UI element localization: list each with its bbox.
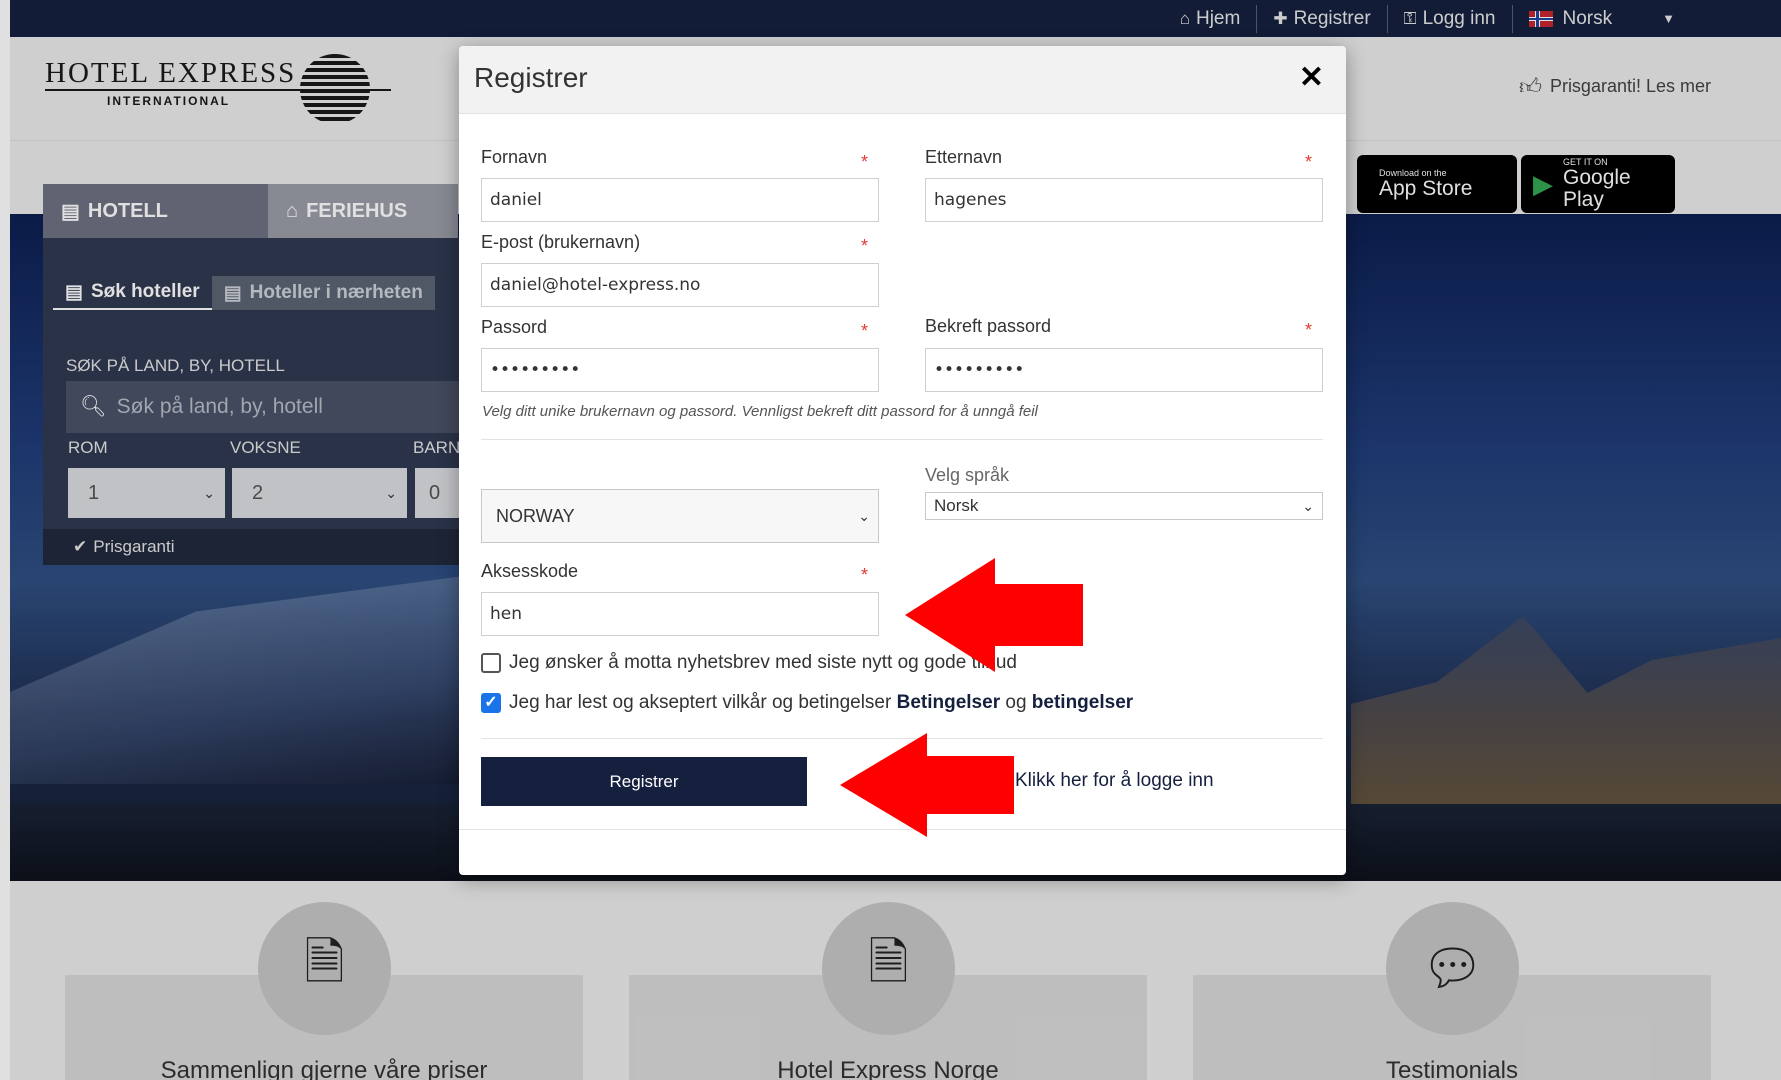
email-label: E-post (brukernavn): [481, 232, 641, 252]
chevron-down-icon: ⌄: [1302, 497, 1314, 514]
access-code-input[interactable]: [481, 592, 879, 636]
password-label: Passord: [481, 317, 548, 337]
first-name-input[interactable]: [481, 178, 879, 222]
newsletter-checkbox[interactable]: [481, 653, 501, 673]
modal-header: Registrer ✕: [459, 46, 1346, 114]
conditions-link[interactable]: betingelser: [1032, 692, 1133, 713]
required-asterisk: *: [861, 321, 869, 341]
confirm-password-label: Bekreft passord: [925, 316, 1052, 336]
email-input[interactable]: [481, 263, 879, 307]
required-asterisk: *: [861, 152, 869, 172]
terms-text: Jeg har lest og akseptert vilkår og beti…: [509, 692, 892, 713]
terms-link[interactable]: Betingelser: [897, 692, 1000, 713]
first-name-label: Fornavn: [481, 147, 548, 167]
chevron-down-icon: ⌄: [858, 507, 870, 524]
terms-label: Jeg har lest og akseptert vilkår og beti…: [509, 692, 1133, 714]
last-name-label: Etternavn: [925, 147, 1003, 167]
language-label: Velg språk: [925, 465, 1010, 485]
language-select[interactable]: Norsk ⌄: [925, 492, 1323, 520]
register-submit-button[interactable]: Registrer: [481, 757, 807, 806]
confirm-password-input[interactable]: [925, 348, 1323, 392]
access-code-label: Aksesskode: [481, 561, 579, 581]
required-asterisk: *: [1305, 152, 1313, 172]
red-arrow-annotation-icon: [905, 558, 1083, 672]
required-asterisk: *: [1305, 320, 1313, 340]
required-asterisk: *: [861, 236, 869, 256]
red-arrow-annotation-icon: [840, 733, 1014, 837]
last-name-input[interactable]: [925, 178, 1323, 222]
country-value: NORWAY: [496, 505, 575, 526]
divider: [481, 439, 1323, 440]
terms-checkbox[interactable]: ✓: [481, 693, 501, 713]
modal-title: Registrer: [474, 62, 588, 93]
terms-and: og: [1005, 692, 1027, 713]
country-select[interactable]: NORWAY ⌄: [481, 489, 879, 543]
close-button[interactable]: ✕: [1299, 60, 1324, 95]
required-asterisk: *: [861, 565, 869, 585]
password-hint: Velg ditt unike brukernavn og passord. V…: [482, 403, 1038, 420]
password-input[interactable]: [481, 348, 879, 392]
language-value: Norsk: [934, 496, 979, 515]
login-link[interactable]: Klikk her for å logge inn: [1015, 770, 1214, 792]
